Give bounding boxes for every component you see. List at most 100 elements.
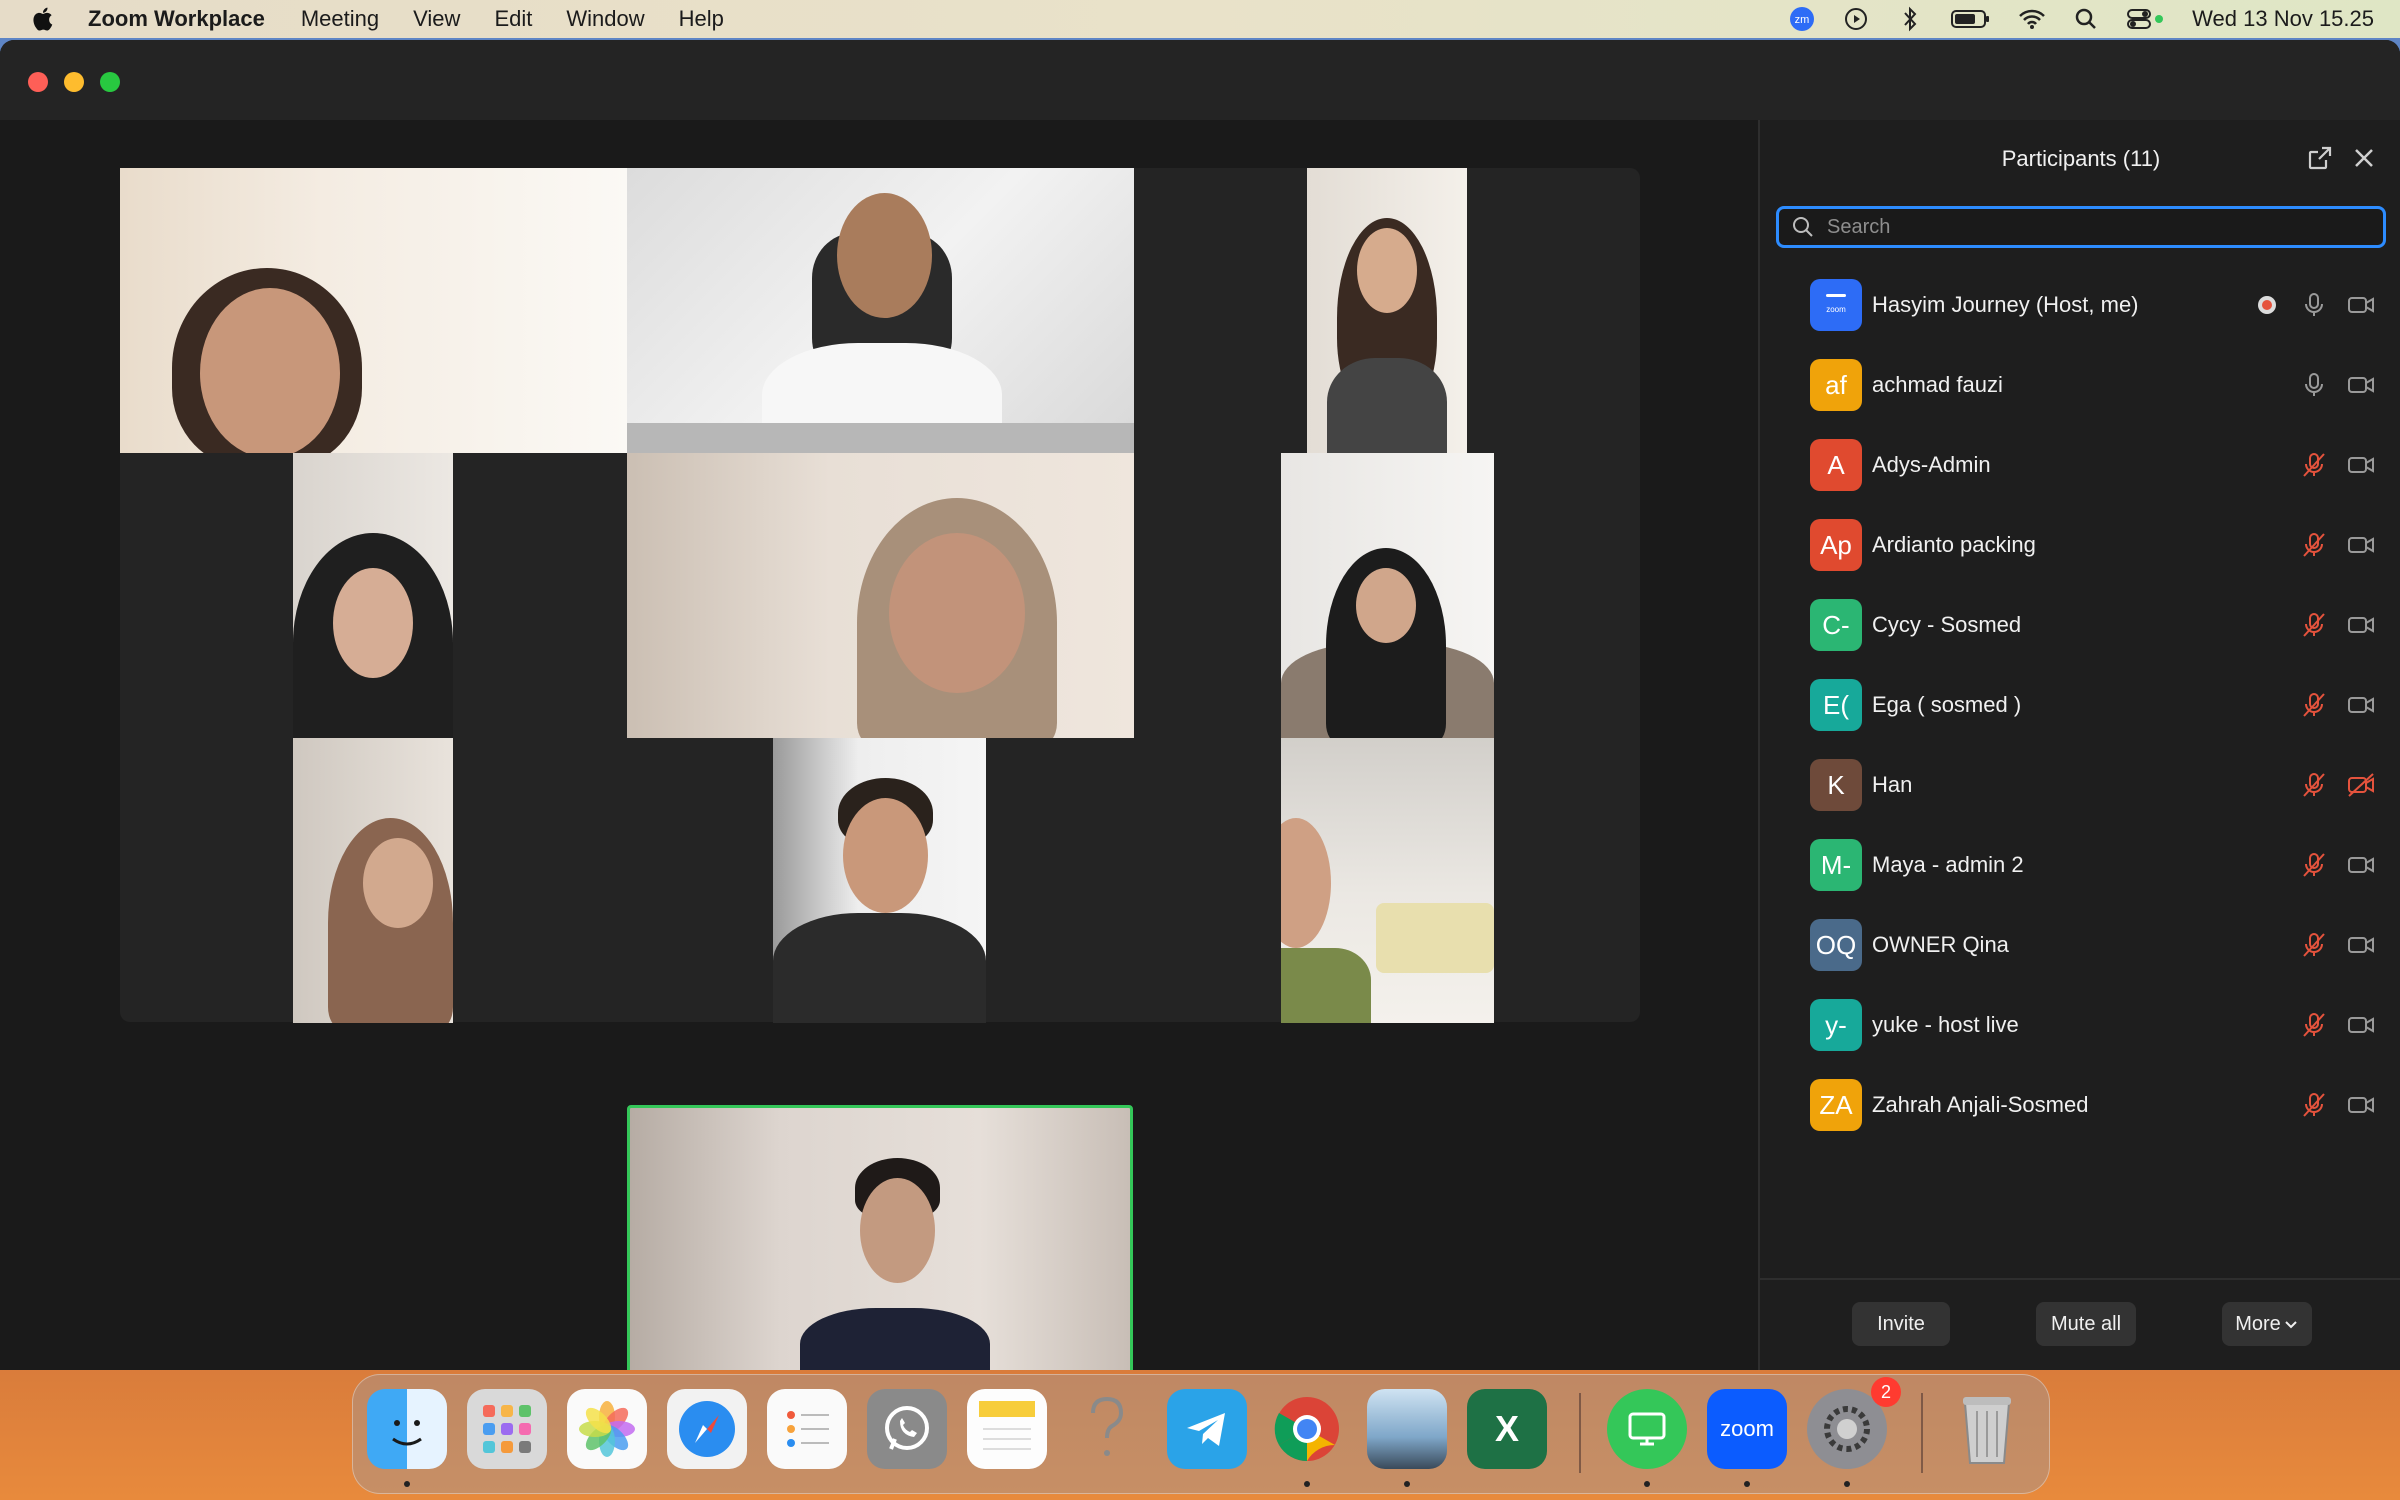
microphone-muted-icon[interactable] (2300, 931, 2328, 959)
participant-row[interactable]: y-yuke - host live (1760, 985, 2400, 1065)
microphone-muted-icon[interactable] (2300, 851, 2328, 879)
participant-row[interactable]: K Han (1760, 745, 2400, 825)
microphone-icon[interactable] (2300, 291, 2328, 319)
participant-face (363, 838, 433, 928)
mute-all-button[interactable]: Mute all (2036, 1302, 2136, 1346)
whatsapp-icon[interactable] (867, 1389, 947, 1469)
participant-avatar: Ap (1810, 519, 1862, 571)
video-tile[interactable] (120, 168, 627, 453)
menu-help[interactable]: Help (679, 6, 724, 32)
microphone-muted-icon[interactable] (2300, 531, 2328, 559)
microphone-muted-icon[interactable] (2300, 1091, 2328, 1119)
window-maximize-button[interactable] (100, 72, 120, 92)
video-camera-icon[interactable] (2346, 531, 2376, 559)
participant-row[interactable]: C- Cycy - Sosmed (1760, 585, 2400, 665)
video-camera-icon[interactable] (2346, 931, 2376, 959)
participant-face (860, 1178, 935, 1283)
video-camera-icon[interactable] (2346, 611, 2376, 639)
window-close-button[interactable] (28, 72, 48, 92)
participant-avatar: y- (1810, 999, 1862, 1051)
wifi-icon[interactable] (2018, 5, 2046, 33)
video-tile[interactable] (1307, 168, 1467, 453)
menu-bar-clock[interactable]: Wed 13 Nov 15.25 (2192, 6, 2374, 32)
excel-letter: X (1494, 1408, 1519, 1449)
pop-out-icon[interactable] (2306, 144, 2334, 172)
window-minimize-button[interactable] (64, 72, 84, 92)
desk (627, 423, 1134, 453)
participant-row[interactable]: M- Maya - admin 2 (1760, 825, 2400, 905)
video-camera-icon[interactable] (2346, 851, 2376, 879)
running-indicator (1304, 1481, 1310, 1487)
participant-avatar: K (1810, 759, 1862, 811)
video-off-icon[interactable] (2346, 771, 2376, 799)
finder-icon[interactable] (367, 1389, 447, 1469)
zoom-status-icon[interactable]: zm (1788, 5, 1816, 33)
apple-icon[interactable] (30, 5, 58, 33)
chevron-down-icon (2285, 1321, 2297, 1329)
preview-icon[interactable] (1367, 1389, 1447, 1469)
participant-row[interactable]: ZA Zahrah Anjali-Sosmed (1760, 1065, 2400, 1145)
participants-panel-title: Participants (11) (2001, 146, 2161, 171)
participant-search-input[interactable] (1825, 214, 2383, 240)
participant-name: Maya - admin 2 (1872, 852, 2024, 877)
video-tile[interactable] (293, 738, 453, 1023)
participant-row[interactable]: af achmad fauzi (1760, 345, 2400, 425)
running-indicator (1644, 1481, 1650, 1487)
microphone-icon[interactable] (2300, 371, 2328, 399)
screen-sharing-icon[interactable] (1607, 1389, 1687, 1469)
launchpad-icon[interactable] (467, 1389, 547, 1469)
menu-view[interactable]: View (413, 6, 460, 32)
microphone-muted-icon[interactable] (2300, 771, 2328, 799)
participant-face (1281, 818, 1331, 948)
close-panel-icon[interactable] (2350, 144, 2378, 172)
microphone-muted-icon[interactable] (2300, 691, 2328, 719)
trash-icon[interactable] (1947, 1389, 2027, 1469)
screen-record-icon[interactable] (1842, 5, 1870, 33)
video-tile[interactable] (627, 453, 1134, 738)
zoom-app-icon[interactable]: zoom (1707, 1389, 1787, 1469)
video-tile[interactable] (627, 168, 1134, 453)
app-name-menu[interactable]: Zoom Workplace (88, 6, 265, 32)
spotlight-search-icon[interactable] (2072, 5, 2100, 33)
video-camera-icon[interactable] (2346, 451, 2376, 479)
bluetooth-icon[interactable] (1896, 5, 1924, 33)
reminders-icon[interactable] (767, 1389, 847, 1469)
participant-name: Ardianto packing (1872, 532, 2036, 557)
battery-icon[interactable] (1950, 5, 1992, 33)
excel-icon[interactable]: X (1467, 1389, 1547, 1469)
macos-dock: X zoom 2 (352, 1374, 2050, 1494)
more-button[interactable]: More (2222, 1302, 2312, 1346)
video-camera-icon[interactable] (2346, 1091, 2376, 1119)
video-tile[interactable] (1281, 453, 1494, 738)
participant-row[interactable]: OQ OWNER Qina (1760, 905, 2400, 985)
notes-icon[interactable] (967, 1389, 1047, 1469)
safari-icon[interactable] (667, 1389, 747, 1469)
video-tile[interactable] (1281, 738, 1494, 1023)
video-camera-icon[interactable] (2346, 691, 2376, 719)
menu-edit[interactable]: Edit (494, 6, 532, 32)
menu-window[interactable]: Window (566, 6, 644, 32)
participant-row[interactable]: A Adys-Admin (1760, 425, 2400, 505)
help-question-icon[interactable] (1067, 1389, 1147, 1469)
video-camera-icon[interactable] (2346, 291, 2376, 319)
self-view-tile[interactable] (627, 1105, 1133, 1370)
video-camera-icon[interactable] (2346, 371, 2376, 399)
menu-meeting[interactable]: Meeting (301, 6, 379, 32)
video-tile[interactable] (293, 453, 453, 738)
microphone-muted-icon[interactable] (2300, 611, 2328, 639)
participant-row[interactable]: Ap Ardianto packing (1760, 505, 2400, 585)
photos-icon[interactable] (567, 1389, 647, 1469)
control-center-icon[interactable] (2126, 5, 2166, 33)
telegram-icon[interactable] (1167, 1389, 1247, 1469)
microphone-muted-icon[interactable] (2300, 1011, 2328, 1039)
participant-row[interactable]: E(Ega ( sosmed ) (1760, 665, 2400, 745)
participant-row[interactable]: zoom Hasyim Journey (Host, me) (1760, 265, 2400, 345)
search-icon (1793, 217, 1813, 237)
microphone-muted-icon[interactable] (2300, 451, 2328, 479)
video-camera-icon[interactable] (2346, 1011, 2376, 1039)
sofa (1376, 903, 1494, 973)
invite-button[interactable]: Invite (1852, 1302, 1950, 1346)
participant-name: Hasyim Journey (Host, me) (1872, 292, 2139, 317)
chrome-icon[interactable] (1267, 1389, 1347, 1469)
video-tile[interactable] (773, 738, 986, 1023)
